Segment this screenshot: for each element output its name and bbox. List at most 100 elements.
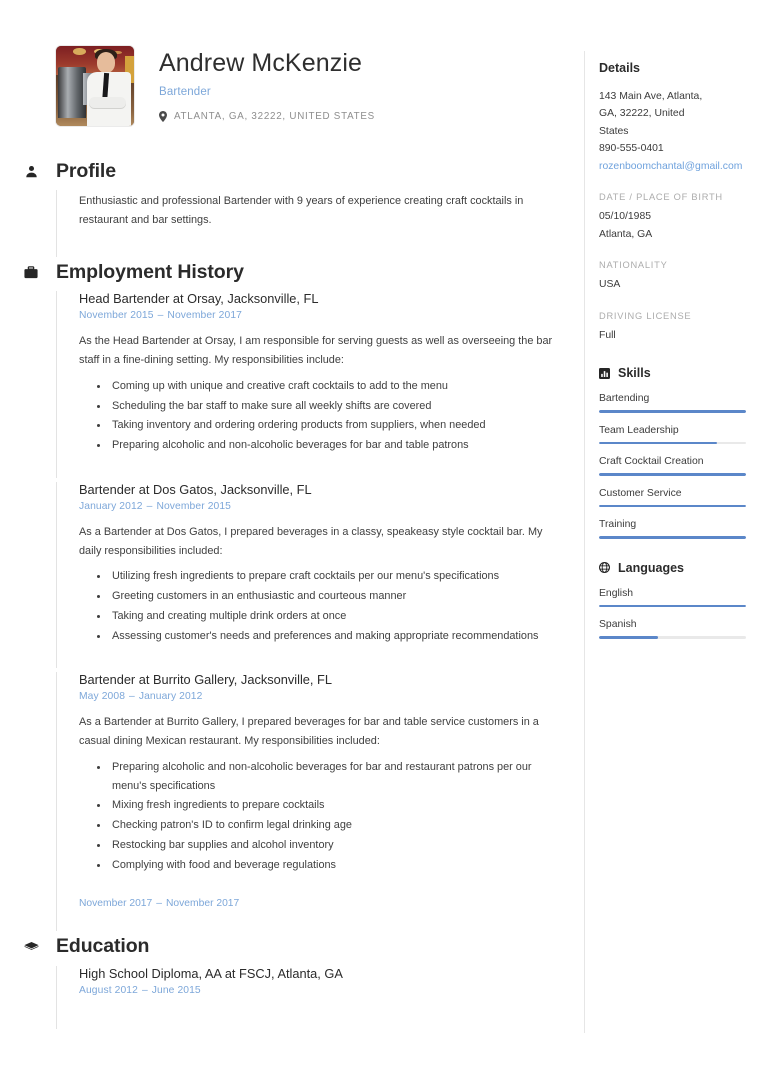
languages-title: Languages bbox=[618, 560, 684, 575]
entry-title: High School Diploma, AA at FSCJ, Atlanta… bbox=[79, 965, 343, 981]
skill-meter: Training bbox=[599, 519, 746, 539]
date-end: June 2015 bbox=[151, 984, 201, 996]
bullet-item: Coming up with unique and creative craft… bbox=[109, 377, 566, 396]
section-profile: Profile Enthusiastic and professional Ba… bbox=[25, 160, 566, 257]
detail-group-birth: DATE / PLACE OF BIRTH 05/10/1985 Atlanta… bbox=[599, 192, 746, 243]
entry-date: January 2012– November 2015 bbox=[79, 500, 232, 512]
group-label: DRIVING LICENSE bbox=[599, 310, 692, 321]
entry-intro: As a Bartender at Burrito Gallery, I pre… bbox=[79, 716, 539, 748]
detail-group-nationality: NATIONALITY USA bbox=[599, 260, 746, 293]
sidebar-languages: Languages English Spanish bbox=[599, 561, 746, 639]
skill-track bbox=[599, 536, 746, 539]
entry-title: Bartender at Burrito Gallery, Jacksonvil… bbox=[79, 672, 332, 688]
bullet-item: Assessing customer's needs and preferenc… bbox=[109, 627, 566, 646]
date-start: May 2008 bbox=[79, 691, 126, 703]
bullet-item: Restocking bar supplies and alcohol inve… bbox=[109, 836, 566, 855]
date-start: August 2012 bbox=[79, 984, 138, 996]
profile-title: Profile bbox=[56, 160, 116, 182]
resume-columns: Andrew McKenzie Bartender ATLANTA, GA, 3… bbox=[0, 0, 768, 1033]
education-heading: Education bbox=[20, 935, 566, 958]
language-name: Spanish bbox=[599, 619, 637, 631]
address-line: GA, 32222, United bbox=[599, 108, 685, 120]
skill-fill bbox=[599, 504, 746, 508]
skill-name: Craft Cocktail Creation bbox=[599, 456, 704, 468]
section-education: Education High School Diploma, AA at FSC… bbox=[23, 935, 566, 1029]
globe-icon bbox=[599, 562, 610, 574]
language-track bbox=[599, 604, 746, 608]
page-title: Andrew McKenzie bbox=[159, 49, 362, 77]
entry-title: Bartender at Dos Gatos, Jacksonville, FL bbox=[79, 481, 312, 497]
skill-name: Team Leadership bbox=[599, 424, 679, 436]
employment-entry: Bartender at Dos Gatos, Jacksonville, FL… bbox=[56, 481, 566, 669]
employment-heading: Employment History bbox=[20, 261, 566, 284]
skill-name: Bartending bbox=[599, 393, 650, 405]
skill-name: Training bbox=[599, 519, 637, 531]
skill-meter: Team Leadership bbox=[599, 425, 746, 445]
language-fill bbox=[599, 636, 658, 639]
graduation-cap-icon bbox=[20, 941, 42, 953]
briefcase-icon bbox=[20, 266, 42, 279]
address-line: 143 Main Ave, Atlanta, bbox=[599, 91, 703, 102]
bullet-item: Complying with food and beverage regulat… bbox=[109, 856, 566, 875]
bullet-item: Checking patron's ID to confirm legal dr… bbox=[109, 816, 566, 835]
header-text: Andrew McKenzie Bartender ATLANTA, GA, 3… bbox=[134, 46, 375, 122]
bullet-item: Preparing alcoholic and non-alcoholic be… bbox=[109, 436, 566, 455]
details-title: Details bbox=[599, 61, 640, 75]
employment-entry: Head Bartender at Orsay, Jacksonville, F… bbox=[56, 291, 566, 478]
employment-entry: Bartender at Burrito Gallery, Jacksonvil… bbox=[56, 672, 566, 898]
location-pin-icon bbox=[159, 110, 167, 122]
email-link[interactable]: rozenboomchantal@gmail.com bbox=[599, 158, 746, 175]
entry-date: November 2015– November 2017 bbox=[79, 310, 242, 322]
education-entry: High School Diploma, AA at FSCJ, Atlanta… bbox=[56, 965, 566, 1029]
entry-bullets: Utilizing fresh ingredients to prepare c… bbox=[79, 567, 566, 645]
language-track bbox=[599, 636, 746, 639]
detail-group-driving-license: DRIVING LICENSE Full bbox=[599, 311, 746, 344]
profile-text: Enthusiastic and professional Bartender … bbox=[79, 195, 524, 227]
main-column: Andrew McKenzie Bartender ATLANTA, GA, 3… bbox=[0, 46, 584, 1033]
skill-fill bbox=[599, 473, 746, 476]
language-meter: English bbox=[599, 588, 746, 608]
entry-intro: As the Head Bartender at Orsay, I am res… bbox=[79, 335, 553, 367]
skill-meter: Craft Cocktail Creation bbox=[599, 456, 746, 476]
location-line: ATLANTA, GA, 32222, UNITED STATES bbox=[159, 110, 375, 122]
skill-name: Customer Service bbox=[599, 487, 682, 499]
language-meter: Spanish bbox=[599, 619, 746, 639]
group-label: DATE / PLACE OF BIRTH bbox=[599, 192, 723, 203]
date-end: November 2015 bbox=[156, 500, 232, 512]
entry-date: August 2012– June 2015 bbox=[79, 984, 201, 996]
bullet-item: Greeting customers in an enthusiastic an… bbox=[109, 587, 566, 606]
location-text: ATLANTA, GA, 32222, UNITED STATES bbox=[174, 110, 375, 122]
date-end: November 2017 bbox=[166, 898, 240, 910]
bullet-item: Mixing fresh ingredients to prepare cock… bbox=[109, 796, 566, 815]
address-line: States bbox=[599, 125, 629, 137]
group-value: Atlanta, GA bbox=[599, 228, 653, 240]
entry-intro: As a Bartender at Dos Gatos, I prepared … bbox=[79, 525, 543, 557]
phone-number: 890-555-0401 bbox=[599, 143, 664, 155]
bullet-item: Scheduling the bar staff to make sure al… bbox=[109, 397, 566, 416]
bar-chart-icon bbox=[599, 367, 610, 379]
skill-track bbox=[599, 473, 746, 476]
employment-title: Employment History bbox=[56, 260, 244, 283]
bullet-item: Taking inventory and ordering ordering p… bbox=[109, 416, 566, 435]
entry-date: May 2008– January 2012 bbox=[79, 691, 203, 703]
languages-title-row: Languages bbox=[599, 561, 746, 575]
profile-body: Enthusiastic and professional Bartender … bbox=[56, 190, 566, 257]
resume-header: Andrew McKenzie Bartender ATLANTA, GA, 3… bbox=[56, 46, 566, 126]
skills-title-row: Skills bbox=[599, 366, 746, 380]
date-start: November 2015 bbox=[79, 310, 154, 322]
profile-photo bbox=[56, 46, 134, 126]
education-title: Education bbox=[56, 935, 150, 958]
job-title: Bartender bbox=[159, 85, 211, 98]
sidebar: Details 143 Main Ave, Atlanta, GA, 32222… bbox=[584, 51, 768, 1033]
skills-title: Skills bbox=[618, 366, 651, 381]
resume-page: Andrew McKenzie Bartender ATLANTA, GA, 3… bbox=[0, 0, 768, 1087]
employment-orphan-date: November 2017– November 2017 bbox=[56, 897, 566, 932]
bullet-item: Utilizing fresh ingredients to prepare c… bbox=[109, 567, 566, 586]
bullet-item: Taking and creating multiple drink order… bbox=[109, 607, 566, 626]
date-start: January 2012 bbox=[79, 500, 143, 512]
sidebar-details: Details 143 Main Ave, Atlanta, GA, 32222… bbox=[599, 61, 746, 175]
skill-fill bbox=[599, 410, 746, 413]
skill-fill bbox=[599, 441, 717, 445]
date-end: November 2017 bbox=[167, 310, 242, 322]
profile-heading: Profile bbox=[20, 160, 566, 183]
